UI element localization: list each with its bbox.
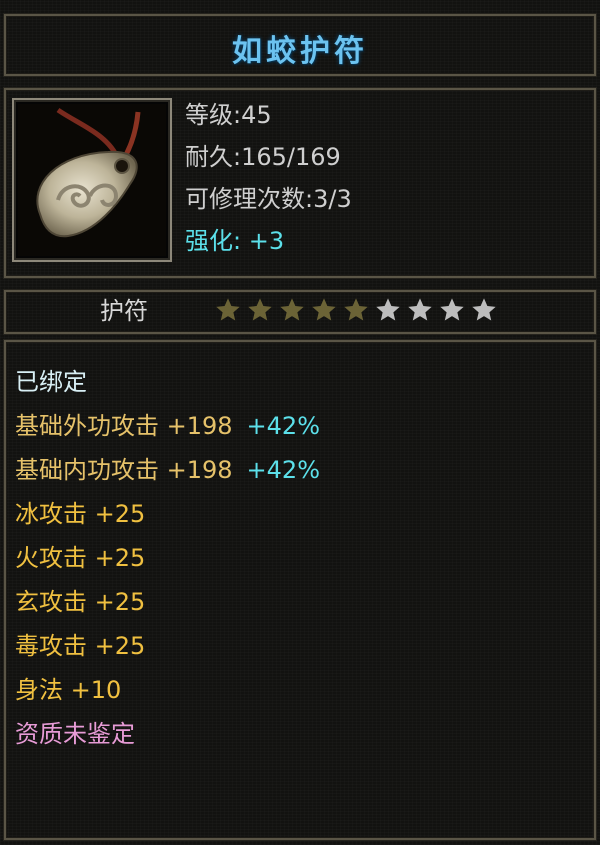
star-rating <box>214 296 498 324</box>
item-repair-count: 可修理次数:3/3 <box>185 185 352 213</box>
star-empty-icon <box>376 298 400 321</box>
star-empty-icon <box>408 298 432 321</box>
quality-status: 资质未鉴定 <box>15 720 135 748</box>
outer-attack-stat: 基础外功攻击 +198 +42% <box>15 406 320 446</box>
mystic-attack-stat: 玄攻击 +25 <box>15 588 146 616</box>
star-empty-icon <box>472 298 496 321</box>
item-name: 如蛟护符 <box>232 34 368 69</box>
star-filled-icon <box>216 298 240 321</box>
inner-attack-stat: 基础内功攻击 +198 +42% <box>15 450 320 490</box>
ice-attack-stat: 冰攻击 +25 <box>15 500 146 528</box>
item-durability: 耐久:165/169 <box>185 143 341 171</box>
outer-attack-percent: +42% <box>246 412 320 440</box>
outer-attack-value: 基础外功攻击 +198 <box>15 412 233 440</box>
star-empty-icon <box>440 298 464 321</box>
fire-attack-stat: 火攻击 +25 <box>15 544 146 572</box>
item-level: 等级:45 <box>185 101 272 129</box>
item-enhance: 强化: +3 <box>185 227 285 255</box>
star-filled-icon <box>312 298 336 321</box>
jade-amulet-icon <box>18 104 166 256</box>
star-filled-icon <box>248 298 272 321</box>
inner-attack-value: 基础内功攻击 +198 <box>15 456 233 484</box>
item-image-slot[interactable] <box>12 98 172 262</box>
item-tooltip: 如蛟护符 等级:45 耐久:165/169 可修理次数:3/3 强化: +3 护… <box>0 0 600 845</box>
star-filled-icon <box>344 298 368 321</box>
agility-stat: 身法 +10 <box>15 676 122 704</box>
poison-attack-stat: 毒攻击 +25 <box>15 632 146 660</box>
bound-status: 已绑定 <box>15 368 87 396</box>
inner-attack-percent: +42% <box>246 456 320 484</box>
item-type: 护符 <box>100 297 148 325</box>
star-filled-icon <box>280 298 304 321</box>
